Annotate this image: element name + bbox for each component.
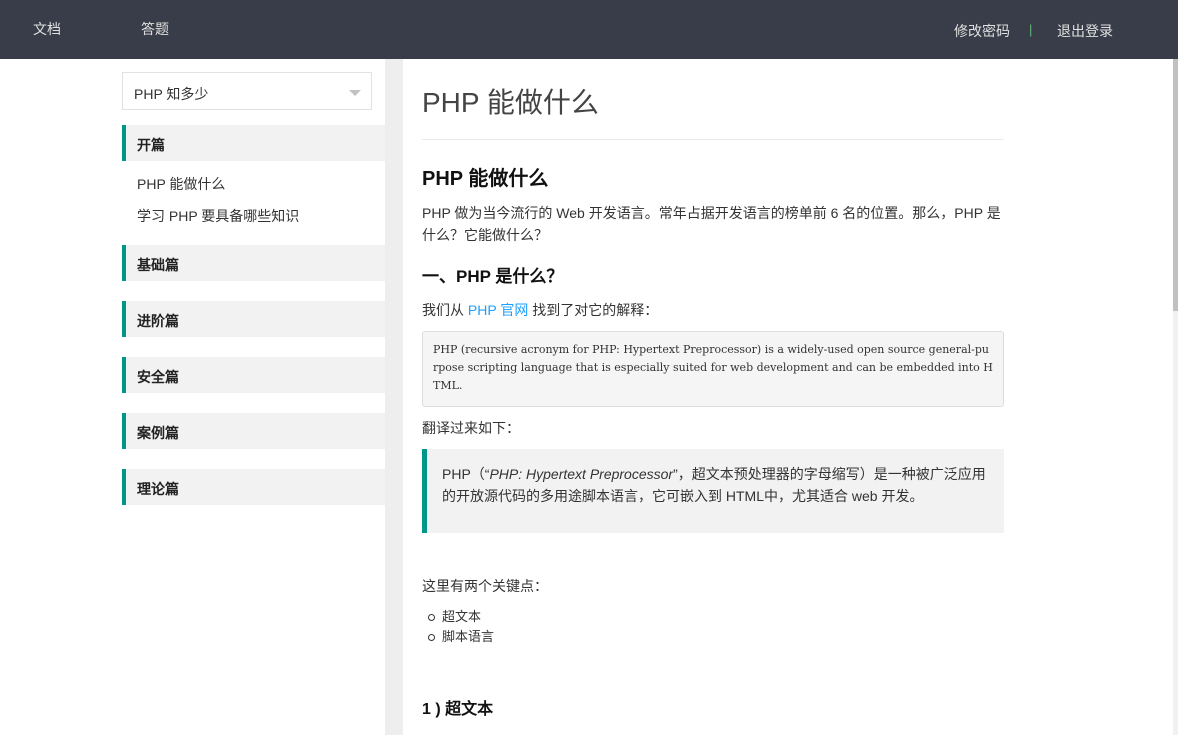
sidebar: PHP 知多少 开篇 PHP 能做什么 学习 PHP 要具备哪些知识 基础篇 进…: [0, 59, 385, 735]
quote-emphasis: PHP: Hypertext Preprocessor: [489, 466, 674, 482]
sidebar-section-title: 开篇: [137, 137, 165, 153]
logout-link[interactable]: 退出登录: [1057, 22, 1113, 40]
sidebar-section-title: 理论篇: [137, 481, 179, 497]
sidebar-section-intro[interactable]: 开篇: [122, 125, 385, 161]
scrollbar-thumb[interactable]: [1173, 59, 1178, 311]
sidebar-section-cases[interactable]: 案例篇: [122, 413, 385, 449]
book-select[interactable]: PHP 知多少: [122, 72, 372, 110]
sidebar-section-security[interactable]: 安全篇: [122, 357, 385, 393]
nav-qa-link[interactable]: 答题: [141, 20, 169, 38]
list-item: 超文本: [427, 607, 494, 627]
nav-docs-link[interactable]: 文档: [33, 20, 61, 38]
source-paragraph: 我们从 PHP 官网 找到了对它的解释：: [422, 299, 1006, 321]
scrollbar[interactable]: [1173, 59, 1178, 735]
change-password-link[interactable]: 修改密码: [954, 22, 1010, 40]
nav-separator: |: [1029, 22, 1033, 37]
top-nav-bar: 文档 答题 修改密码 | 退出登录: [0, 0, 1178, 59]
sidebar-section-title: 案例篇: [137, 425, 179, 441]
sidebar-section-title: 进阶篇: [137, 313, 179, 329]
sidebar-section-title: 安全篇: [137, 369, 179, 385]
translation-label: 翻译过来如下：: [422, 420, 520, 436]
divider: [422, 139, 1004, 140]
sidebar-section-advanced[interactable]: 进阶篇: [122, 301, 385, 337]
code-block: PHP (recursive acronym for PHP: Hypertex…: [422, 331, 1004, 407]
source-suffix: 找到了对它的解释：: [528, 302, 659, 318]
subsection-heading-hypertext: 1 ) 超文本: [422, 701, 494, 718]
article-heading: PHP 能做什么: [422, 168, 549, 190]
keypoints-label: 这里有两个关键点：: [422, 578, 548, 594]
list-item: 脚本语言: [427, 627, 494, 647]
sidebar-item-prerequisites[interactable]: 学习 PHP 要具备哪些知识: [137, 206, 299, 226]
chevron-down-icon: [349, 90, 361, 96]
keypoints-list: 超文本 脚本语言: [427, 607, 494, 647]
sidebar-section-basics[interactable]: 基础篇: [122, 245, 385, 281]
sidebar-item-what-php-can-do[interactable]: PHP 能做什么: [137, 174, 225, 194]
translation-quote: PHP（“PHP: Hypertext Preprocessor”，超文本预处理…: [422, 449, 1004, 533]
book-select-value: PHP 知多少: [134, 86, 209, 102]
sidebar-section-theory[interactable]: 理论篇: [122, 469, 385, 505]
quote-prefix: PHP（“: [442, 466, 490, 482]
source-prefix: 我们从: [422, 302, 468, 318]
php-official-site-link[interactable]: PHP 官网: [468, 302, 528, 318]
intro-paragraph: PHP 做为当今流行的 Web 开发语言。常年占据开发语言的榜单前 6 名的位置…: [422, 205, 1001, 243]
section-heading-what-is-php: 一、PHP 是什么？: [422, 267, 564, 286]
page-title: PHP 能做什么: [422, 87, 599, 118]
sidebar-section-title: 基础篇: [137, 257, 179, 273]
